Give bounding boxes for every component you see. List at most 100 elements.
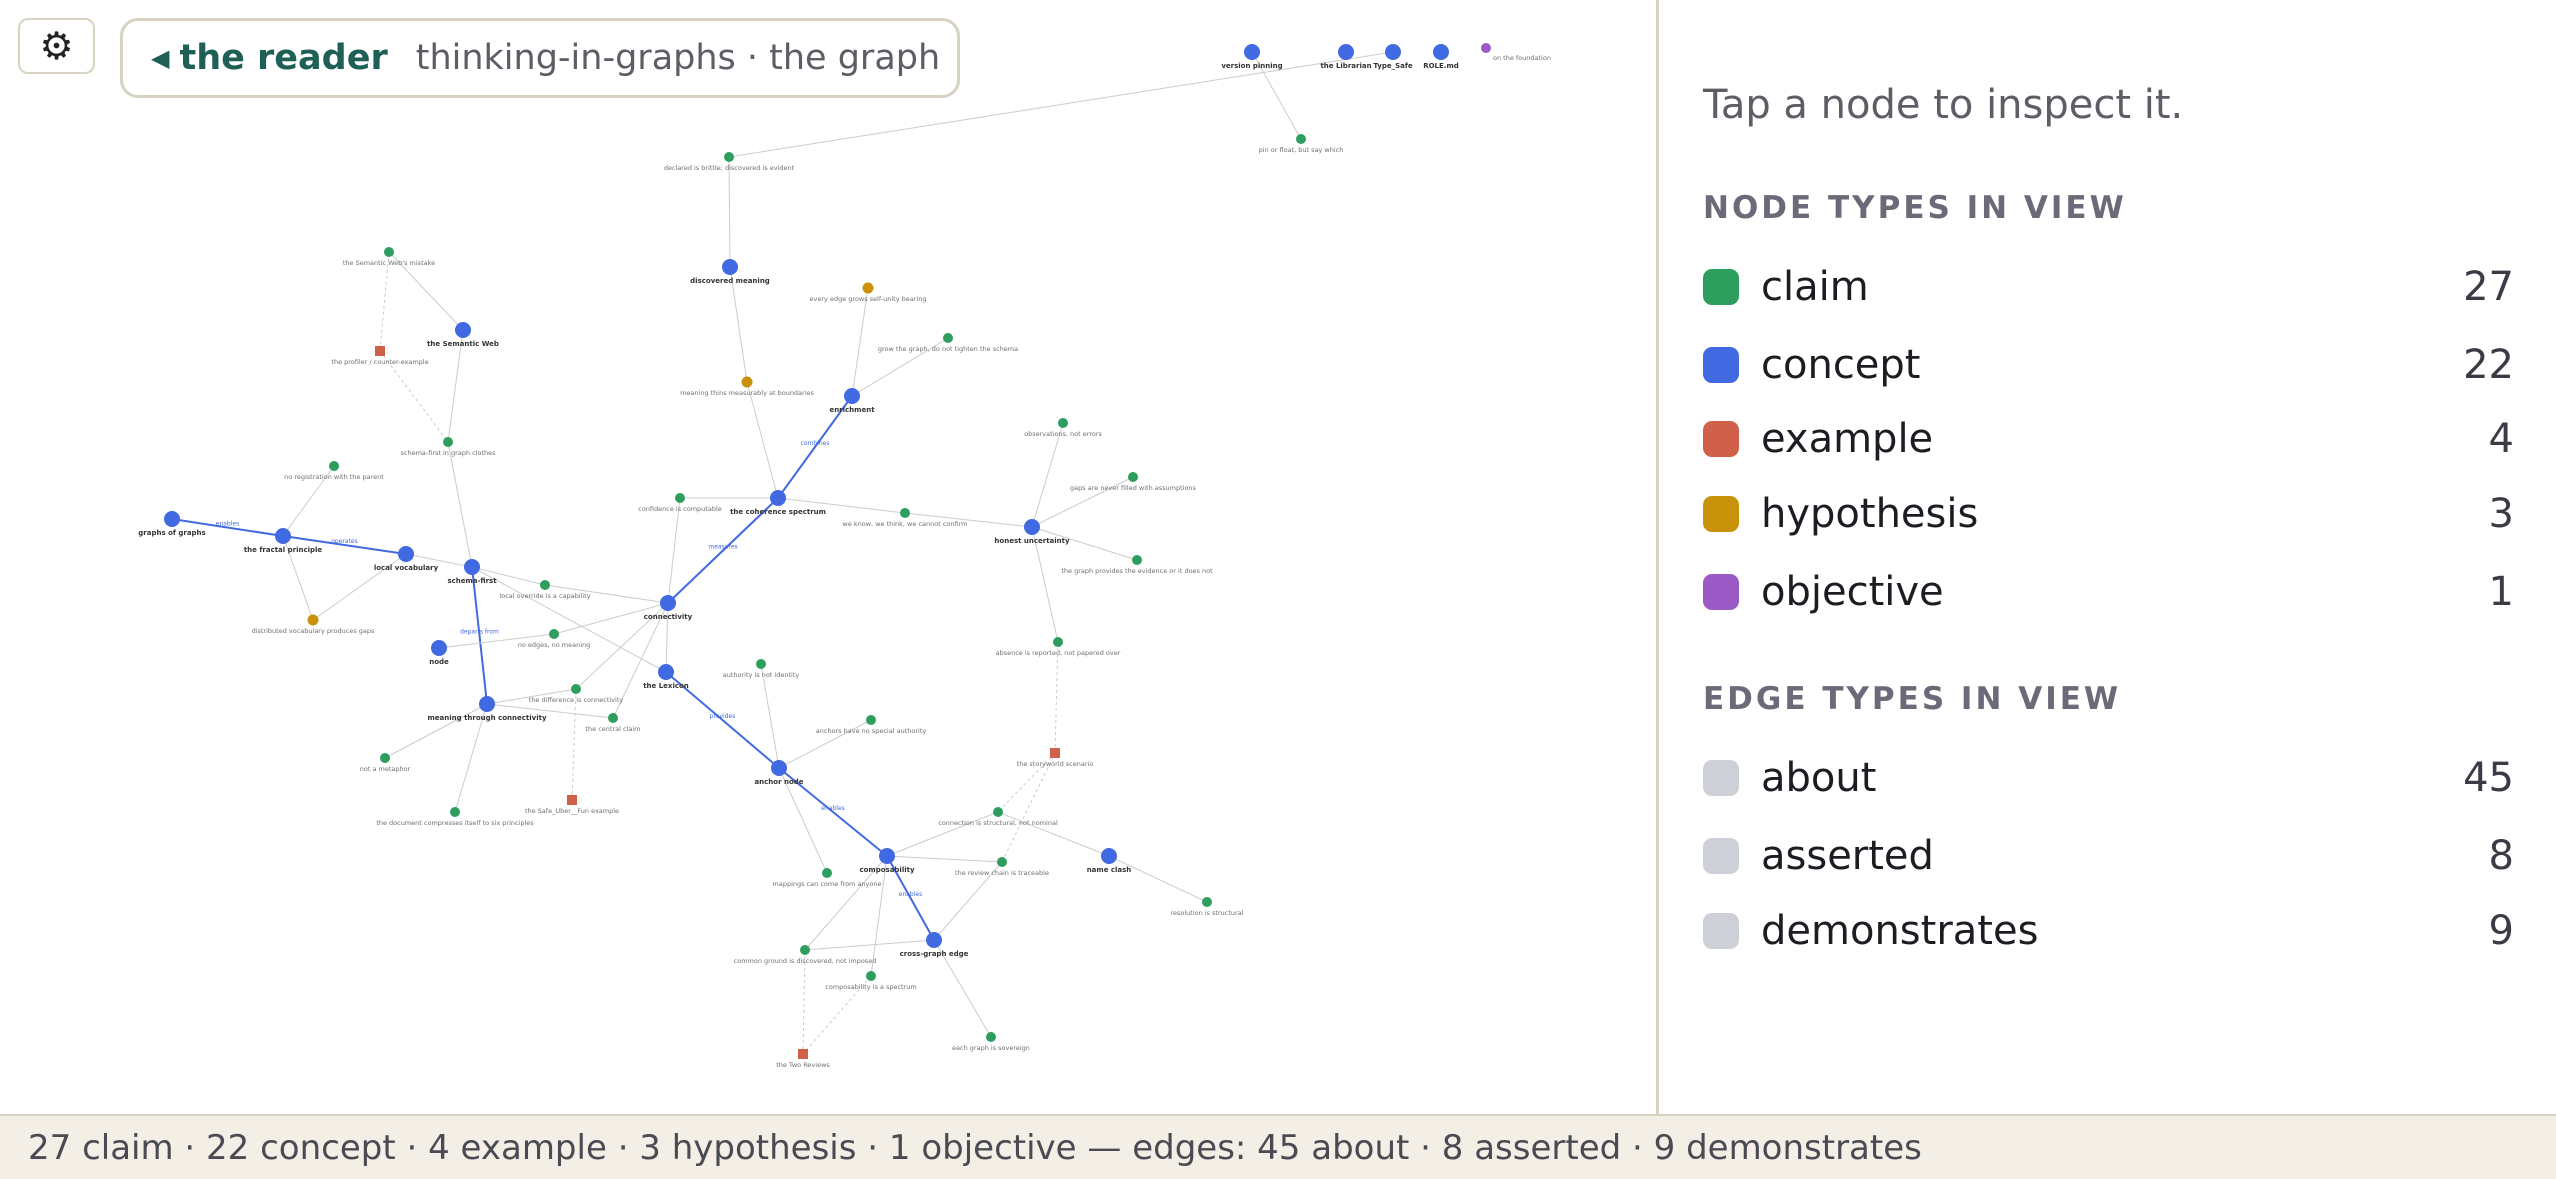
- node-marker[interactable]: [993, 807, 1003, 817]
- graph-node-claim[interactable]: anchors have no special authority: [816, 715, 927, 735]
- node-marker[interactable]: [926, 932, 942, 948]
- node-marker[interactable]: [540, 580, 550, 590]
- graph-node-concept[interactable]: enrichment: [829, 388, 875, 414]
- legend-row-concept[interactable]: concept 22: [1703, 338, 2514, 392]
- legend-row-example[interactable]: example 4: [1703, 412, 2514, 466]
- node-marker[interactable]: [398, 546, 414, 562]
- node-marker[interactable]: [724, 152, 734, 162]
- graph-node-claim[interactable]: no registration with the parent: [284, 461, 384, 481]
- node-marker[interactable]: [450, 807, 460, 817]
- node-marker[interactable]: [1244, 44, 1260, 60]
- graph-node-claim[interactable]: pin or float, but say which: [1259, 134, 1344, 154]
- node-marker[interactable]: [164, 511, 180, 527]
- node-marker[interactable]: [660, 595, 676, 611]
- graph-node-concept[interactable]: schema-first: [447, 559, 497, 585]
- node-marker[interactable]: [1128, 472, 1138, 482]
- node-marker[interactable]: [307, 614, 319, 626]
- graph-node-concept[interactable]: graphs of graphs: [138, 511, 206, 537]
- graph-node-claim[interactable]: no edges, no meaning: [518, 629, 591, 649]
- node-marker[interactable]: [862, 282, 874, 294]
- node-marker[interactable]: [329, 461, 339, 471]
- graph-node-concept[interactable]: discovered meaning: [690, 259, 770, 285]
- node-marker[interactable]: [1058, 418, 1068, 428]
- node-marker[interactable]: [1481, 43, 1491, 53]
- node-marker[interactable]: [431, 640, 447, 656]
- graph-node-hypothesis[interactable]: every edge grows self-unity bearing: [810, 282, 927, 304]
- graph-node-claim[interactable]: authority is not identity: [723, 659, 800, 679]
- node-marker[interactable]: [866, 971, 876, 981]
- node-marker[interactable]: [549, 629, 559, 639]
- legend-row-demonstrates[interactable]: demonstrates 9: [1703, 904, 2514, 958]
- node-marker[interactable]: [1024, 519, 1040, 535]
- graph-node-claim[interactable]: the graph provides the evidence or it do…: [1061, 555, 1213, 575]
- legend-row-claim[interactable]: claim 27: [1703, 260, 2514, 314]
- graph-node-claim[interactable]: each graph is sovereign: [952, 1032, 1030, 1052]
- graph-node-concept[interactable]: cross-graph edge: [900, 932, 969, 958]
- graph-node-concept[interactable]: node: [429, 640, 449, 666]
- node-marker[interactable]: [798, 1049, 808, 1059]
- graph-node-concept[interactable]: the Semantic Web: [427, 322, 499, 348]
- graph-node-concept[interactable]: honest uncertainty: [994, 519, 1070, 545]
- node-marker[interactable]: [675, 493, 685, 503]
- graph-node-hypothesis[interactable]: distributed vocabulary produces gaps: [252, 614, 375, 636]
- node-marker[interactable]: [1296, 134, 1306, 144]
- graph-node-concept[interactable]: name clash: [1087, 848, 1132, 874]
- node-marker[interactable]: [943, 333, 953, 343]
- node-marker[interactable]: [455, 322, 471, 338]
- graph-node-claim[interactable]: composability is a spectrum: [825, 971, 917, 991]
- graph-node-example[interactable]: the Safe_Uber__Fun example: [525, 795, 619, 815]
- legend-row-hypothesis[interactable]: hypothesis 3: [1703, 487, 2514, 541]
- graph-node-claim[interactable]: schema-first in graph clothes: [400, 437, 496, 457]
- node-marker[interactable]: [479, 696, 495, 712]
- graph-node-example[interactable]: the Two Reviews: [776, 1049, 830, 1069]
- graph-node-concept[interactable]: Type_Safe: [1373, 44, 1413, 70]
- node-marker[interactable]: [800, 945, 810, 955]
- node-marker[interactable]: [658, 664, 674, 680]
- settings-button[interactable]: ⚙: [18, 18, 95, 74]
- graph-node-claim[interactable]: the difference is connectivity: [529, 684, 624, 704]
- node-marker[interactable]: [1202, 897, 1212, 907]
- node-marker[interactable]: [380, 753, 390, 763]
- node-marker[interactable]: [741, 376, 753, 388]
- node-marker[interactable]: [900, 508, 910, 518]
- graph-node-claim[interactable]: confidence is computable: [638, 493, 722, 513]
- graph-node-claim[interactable]: not a metaphor: [360, 753, 411, 773]
- graph-svg[interactable]: combines enables operates departs from measu…: [0, 0, 1656, 1114]
- node-marker[interactable]: [771, 760, 787, 776]
- node-marker[interactable]: [997, 857, 1007, 867]
- graph-node-claim[interactable]: absence is reported, not papered over: [996, 637, 1121, 657]
- graph-node-concept[interactable]: composability: [859, 848, 915, 874]
- node-marker[interactable]: [443, 437, 453, 447]
- node-marker[interactable]: [1101, 848, 1117, 864]
- graph-node-concept[interactable]: version pinning: [1221, 44, 1283, 70]
- node-marker[interactable]: [879, 848, 895, 864]
- node-marker[interactable]: [1338, 44, 1354, 60]
- graph-node-claim[interactable]: common ground is discovered, not imposed: [734, 945, 877, 965]
- node-marker[interactable]: [571, 684, 581, 694]
- graph-node-claim[interactable]: observations, not errors: [1024, 418, 1103, 438]
- graph-node-claim[interactable]: gaps are never filled with assumptions: [1070, 472, 1197, 492]
- node-marker[interactable]: [866, 715, 876, 725]
- node-marker[interactable]: [822, 868, 832, 878]
- graph-node-hypothesis[interactable]: meaning thins measurably at boundaries: [680, 376, 815, 398]
- node-marker[interactable]: [1433, 44, 1449, 60]
- node-marker[interactable]: [464, 559, 480, 575]
- node-marker[interactable]: [1053, 637, 1063, 647]
- graph-node-example[interactable]: the storyworld scenario: [1017, 748, 1094, 768]
- back-link[interactable]: ◀ the reader: [151, 38, 388, 78]
- node-marker[interactable]: [375, 346, 385, 356]
- node-marker[interactable]: [844, 388, 860, 404]
- node-marker[interactable]: [722, 259, 738, 275]
- graph-node-concept[interactable]: the coherence spectrum: [730, 490, 826, 516]
- node-marker[interactable]: [986, 1032, 996, 1042]
- graph-node-concept[interactable]: anchor node: [754, 760, 804, 786]
- graph-node-claim[interactable]: grow the graph, do not tighten the schem…: [878, 333, 1018, 353]
- node-marker[interactable]: [567, 795, 577, 805]
- graph-node-claim[interactable]: connection is structural, not nominal: [938, 807, 1058, 827]
- graph-node-objective[interactable]: on the foundation: [1481, 43, 1551, 62]
- node-marker[interactable]: [756, 659, 766, 669]
- graph-node-concept[interactable]: ROLE.md: [1423, 44, 1459, 70]
- node-marker[interactable]: [275, 528, 291, 544]
- graph-canvas[interactable]: combines enables operates departs from measu…: [0, 0, 1656, 1114]
- graph-node-claim[interactable]: the document compresses itself to six pr…: [376, 807, 534, 827]
